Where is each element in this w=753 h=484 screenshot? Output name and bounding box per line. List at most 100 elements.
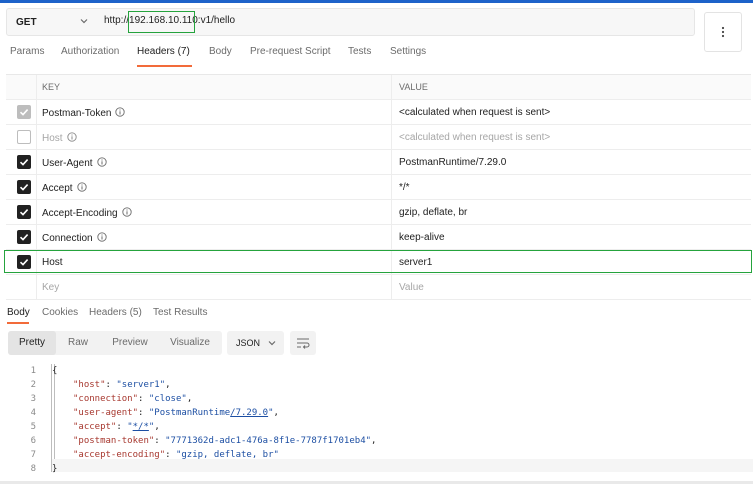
header-checkbox[interactable]	[17, 130, 31, 144]
header-key[interactable]: User-Agent	[42, 157, 107, 169]
table-row: Accept-Encoding gzip, deflate, br	[6, 200, 751, 225]
header-value[interactable]: keep-alive	[399, 232, 445, 243]
json-link[interactable]: /7.29.0	[230, 408, 268, 418]
tab-settings[interactable]: Settings	[390, 46, 426, 57]
json-string: "server1"	[116, 380, 166, 390]
top-accent-line	[0, 0, 753, 3]
table-row: Host <calculated when request is sent>	[6, 125, 751, 150]
url-bar: GET http://192.168.10.110:v1/hello	[6, 8, 695, 36]
column-divider	[391, 275, 392, 299]
code-line: 3 "connection": "close",	[0, 392, 753, 406]
column-divider	[36, 100, 37, 124]
header-key-text: Connection	[42, 233, 93, 244]
json-string: "close"	[148, 394, 187, 404]
tab-tests[interactable]: Tests	[348, 46, 371, 57]
method-label: GET	[16, 16, 37, 28]
table-row: Connection keep-alive	[6, 225, 751, 250]
preview-button[interactable]: Preview	[104, 331, 156, 355]
code-line: 2 "host": "server1",	[0, 378, 753, 392]
header-value[interactable]: PostmanRuntime/7.29.0	[399, 157, 506, 168]
header-key[interactable]: Connection	[42, 232, 107, 244]
header-value[interactable]: */*	[399, 182, 410, 193]
header-checkbox[interactable]	[17, 205, 31, 219]
column-divider	[36, 150, 37, 174]
code-text: "postman-token": "7771362d-adc1-476a-8f1…	[73, 436, 377, 446]
new-key-input[interactable]: Key	[42, 282, 59, 293]
header-key-text: Accept	[42, 183, 73, 194]
info-icon[interactable]	[96, 157, 107, 167]
ip-highlight-box	[128, 11, 195, 33]
column-divider	[391, 125, 392, 149]
response-body-code: 1{ 2 "host": "server1", 3 "connection": "c…	[0, 364, 753, 476]
column-divider	[36, 225, 37, 249]
more-options-button[interactable]	[704, 12, 742, 52]
tab-params[interactable]: Params	[10, 46, 44, 57]
method-select[interactable]: GET	[7, 9, 95, 35]
info-icon[interactable]	[115, 107, 126, 117]
table-row: Accept */*	[6, 175, 751, 200]
format-select[interactable]: JSON	[227, 331, 284, 355]
json-string: "gzip, deflate, br"	[175, 450, 279, 460]
tab-cookies[interactable]: Cookies	[42, 307, 78, 318]
code-text: "accept": "*/*",	[73, 422, 160, 432]
info-icon[interactable]	[76, 182, 87, 192]
new-value-input[interactable]: Value	[399, 282, 424, 293]
header-checkbox[interactable]	[17, 180, 31, 194]
header-value: <calculated when request is sent>	[399, 132, 551, 143]
line-number: 6	[30, 436, 36, 446]
tab-test-results[interactable]: Test Results	[153, 307, 207, 318]
tab-response-headers[interactable]: Headers (5)	[89, 307, 142, 318]
tab-headers[interactable]: Headers (7)	[137, 46, 190, 57]
line-number: 1	[30, 366, 36, 376]
column-divider	[391, 200, 392, 224]
info-icon[interactable]	[121, 207, 132, 217]
code-line: 5 "accept": "*/*",	[0, 420, 753, 434]
chevron-down-icon	[80, 19, 88, 24]
column-header-value: VALUE	[399, 82, 428, 92]
header-checkbox[interactable]	[17, 155, 31, 169]
tab-pre-request-script[interactable]: Pre-request Script	[250, 46, 331, 57]
column-divider	[391, 100, 392, 124]
tab-authorization[interactable]: Authorization	[61, 46, 119, 57]
column-divider	[36, 75, 37, 99]
info-icon[interactable]	[96, 232, 107, 242]
column-divider	[36, 125, 37, 149]
line-number: 7	[30, 450, 36, 460]
line-number: 3	[30, 394, 36, 404]
header-checkbox[interactable]	[17, 230, 31, 244]
json-key: "host"	[73, 380, 106, 390]
line-number: 8	[30, 464, 36, 474]
pretty-button[interactable]: Pretty	[8, 331, 56, 355]
code-line: 7 "accept-encoding": "gzip, deflate, br"	[0, 448, 753, 462]
tab-body[interactable]: Body	[209, 46, 232, 57]
table-row: User-Agent PostmanRuntime/7.29.0	[6, 150, 751, 175]
tab-response-body[interactable]: Body	[7, 307, 30, 318]
table-row: Postman-Token <calculated when request i…	[6, 100, 751, 125]
visualize-button[interactable]: Visualize	[162, 331, 218, 355]
code-text: }	[52, 464, 58, 474]
json-key: "accept"	[73, 422, 117, 432]
kebab-menu-icon	[721, 26, 725, 38]
view-mode-group: Pretty Raw Preview Visualize	[8, 331, 222, 355]
column-divider	[391, 75, 392, 99]
json-string: "PostmanRuntime	[148, 408, 231, 418]
header-key-text: Accept-Encoding	[42, 208, 118, 219]
header-key[interactable]: Accept	[42, 182, 87, 194]
json-key: "connection"	[73, 394, 139, 404]
wrap-lines-icon	[297, 338, 310, 349]
code-text: "host": "server1",	[73, 380, 171, 390]
raw-button[interactable]: Raw	[58, 331, 98, 355]
line-number: 5	[30, 422, 36, 432]
wrap-lines-button[interactable]	[290, 331, 316, 355]
info-icon[interactable]	[66, 132, 77, 142]
active-response-tab-indicator	[7, 322, 29, 324]
json-key: "postman-token"	[73, 436, 155, 446]
code-line: 4 "user-agent": "PostmanRuntime/7.29.0",	[0, 406, 753, 420]
header-key[interactable]: Accept-Encoding	[42, 207, 132, 219]
code-line: 1{	[0, 364, 753, 378]
header-checkbox	[17, 105, 31, 119]
header-value[interactable]: gzip, deflate, br	[399, 207, 467, 218]
new-header-row: Key Value	[6, 275, 751, 300]
json-link[interactable]: */*	[133, 422, 149, 432]
code-text: "connection": "close",	[73, 394, 193, 404]
